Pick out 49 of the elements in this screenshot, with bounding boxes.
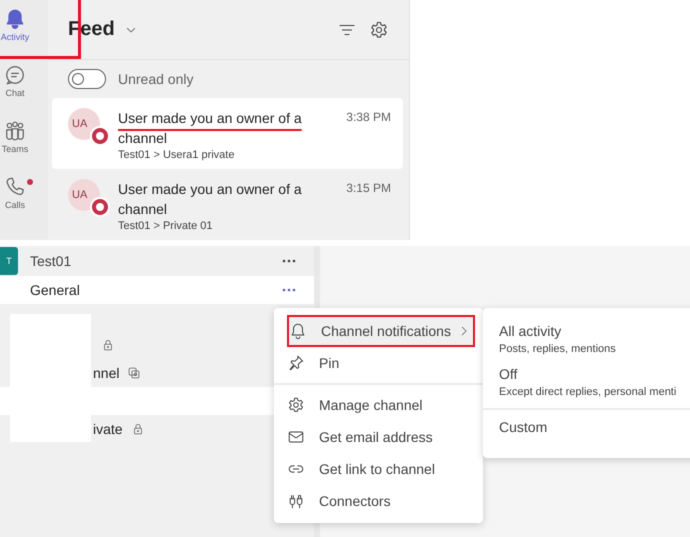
shared-channel-icon [127,366,142,380]
menu-item[interactable]: Get email address [274,421,483,453]
toggle-label: Unread only [118,71,194,87]
bell-icon [4,8,26,30]
menu-item[interactable]: Manage channel [274,389,483,421]
rail-item[interactable]: Chat [0,64,30,120]
channel-path: Test01 > Usera1 private [118,149,236,161]
timestamp: 3:15 PM [346,180,391,197]
option-label: Off [499,365,518,383]
menu-item[interactable]: Channel notifications [287,315,475,347]
rail-item[interactable]: Calls [0,176,30,232]
menu-item[interactable]: Connectors [274,485,483,517]
award-badge-icon [90,197,110,217]
feed-item[interactable]: UA User made you an owner of a channel Test01 > Private 01 3:15 PM [52,169,403,240]
feed-item[interactable]: UA User made you an owner of a channel Test01 > Usera1 private 3:38 PM [52,98,403,169]
menu-item[interactable]: Get link to channel [274,453,483,485]
option-description: Except direct replies, personal menti [499,386,678,398]
plug-icon [287,492,305,510]
bell-icon [289,322,307,340]
menu-option[interactable]: All activity Posts, replies, mentions [483,318,690,361]
settings-icon [287,396,305,414]
team-name[interactable]: Test01 [30,253,72,269]
people-icon [4,120,26,142]
channel-row[interactable]: General [0,276,314,304]
pin-icon [287,354,305,372]
timestamp: 3:38 PM [346,109,391,126]
notification-text: User made you an owner of a channel [118,180,303,219]
option-label: All activity [499,322,562,340]
menu-option[interactable]: Off Except direct replies, personal menti [483,361,690,404]
more-options-icon[interactable] [282,259,296,263]
rail-item[interactable]: Activity [0,8,30,64]
lock-icon [101,338,115,352]
channel-path: Test01 > Private 01 [118,220,214,232]
notification-dot [27,179,33,185]
menu-item[interactable]: Pin [274,347,483,379]
phone-icon [4,176,26,198]
rail-item[interactable]: Teams [0,120,30,176]
more-options-icon[interactable] [282,288,296,292]
menu-option[interactable]: Custom [483,408,690,442]
toggle-switch[interactable] [68,69,106,89]
chat-bubble-icon [4,64,26,86]
avatar: UA [68,179,100,211]
award-badge-icon [90,126,110,146]
avatar: UA [68,108,100,140]
option-label: Custom [499,418,548,436]
team-avatar: T [0,247,18,275]
settings-icon[interactable] [369,20,389,40]
notification-text: User made you an owner of a channel [118,109,303,148]
option-description: Posts, replies, mentions [499,343,617,355]
